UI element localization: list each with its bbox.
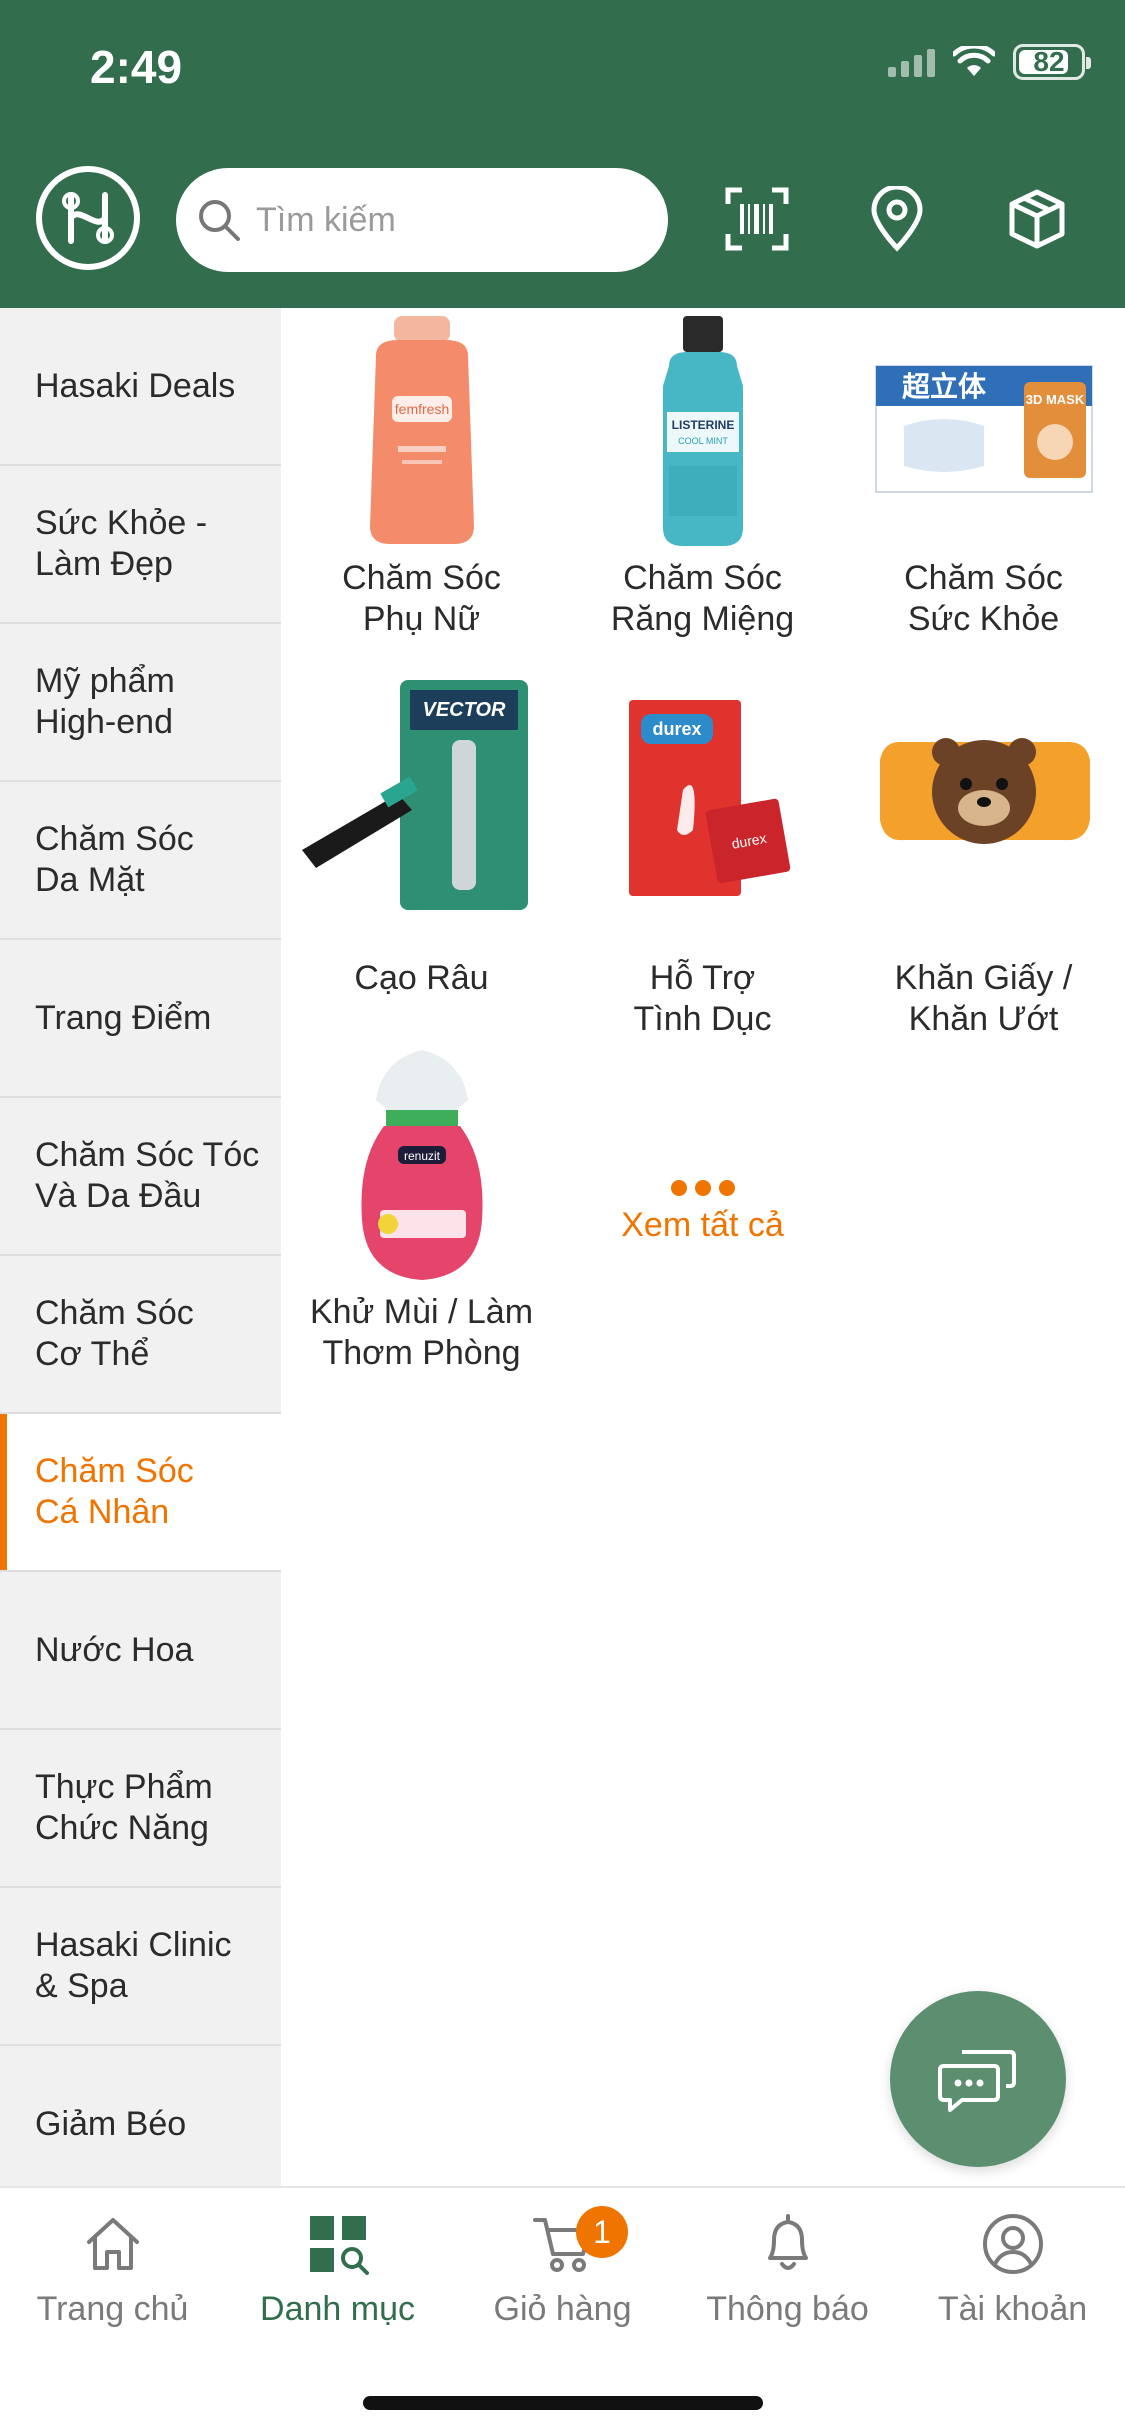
- wifi-icon: [953, 46, 995, 76]
- home-indicator: [363, 2396, 763, 2410]
- category-tile[interactable]: Khăn Giấy / Khăn Ướt: [843, 680, 1124, 1040]
- sidebar-item-perfume[interactable]: Nước Hoa: [0, 1572, 281, 1730]
- nav-categories[interactable]: Danh mục: [225, 2212, 450, 2329]
- location-pin-icon[interactable]: [864, 186, 930, 252]
- sidebar-item-body-care[interactable]: Chăm Sóc Cơ Thể: [0, 1256, 281, 1414]
- svg-text:VECTOR: VECTOR: [422, 699, 506, 721]
- category-tile[interactable]: VECTOR Cạo Râu: [281, 680, 562, 999]
- nav-account-label: Tài khoản: [937, 2290, 1088, 2328]
- sidebar-item-makeup[interactable]: Trang Điểm: [0, 940, 281, 1098]
- status-indicators: 82: [888, 44, 1091, 80]
- mouthwash-bottle-image: LISTERINE COOL MINT: [662, 316, 743, 546]
- sidebar-item-health-beauty[interactable]: Sức Khỏe - Làm Đẹp: [0, 466, 281, 624]
- cart-count-badge: 1: [576, 2206, 628, 2258]
- category-label: Chăm Sóc Sức Khỏe: [904, 559, 1063, 638]
- category-label: Khử Mùi / Làm Thơm Phòng: [309, 1293, 534, 1372]
- chat-bubbles-icon: [938, 2050, 1016, 2112]
- svg-text:COOL MINT: COOL MINT: [678, 436, 728, 446]
- category-tile[interactable]: LISTERINE COOL MINT Chăm Sóc Răng Miệng: [562, 316, 843, 640]
- category-tile[interactable]: renuzit Khử Mùi / Làm Thơm Phòng: [281, 1050, 562, 1374]
- category-label: Chăm Sóc Phụ Nữ: [342, 559, 501, 638]
- svg-text:3D MASK: 3D MASK: [1025, 392, 1084, 407]
- hasaki-logo-icon[interactable]: [36, 166, 140, 270]
- status-time: 2:49: [90, 41, 183, 93]
- feminine-wash-bottle-image: femfresh: [369, 316, 474, 544]
- sidebar-item-personal-care[interactable]: Chăm Sóc Cá Nhân: [0, 1414, 281, 1572]
- nav-cart-label: Giỏ hàng: [493, 2290, 632, 2328]
- barcode-scan-icon[interactable]: [724, 186, 790, 252]
- subcategory-grid: femfresh Chăm Sóc Phụ Nữ LISTERINE COOL …: [281, 308, 1125, 2188]
- svg-text:超立体: 超立体: [901, 370, 986, 403]
- category-label: Cạo Râu: [354, 959, 489, 997]
- battery-percent: 82: [1033, 46, 1065, 77]
- category-grid-icon: [309, 2216, 369, 2275]
- category-tile[interactable]: durex durex Hỗ Trợ Tình Dục: [562, 680, 843, 1040]
- nav-cart[interactable]: 1 Giỏ hàng: [450, 2206, 675, 2329]
- sidebar-item-hair-care[interactable]: Chăm Sóc Tóc Và Da Đầu: [0, 1098, 281, 1256]
- condom-box-image: durex durex: [628, 700, 790, 896]
- svg-text:femfresh: femfresh: [394, 401, 448, 417]
- search-placeholder: Tìm kiếm: [256, 200, 396, 239]
- air-freshener-image: renuzit: [360, 1050, 483, 1280]
- category-sidebar: Hasaki Deals Sức Khỏe - Làm Đẹp Mỹ phẩm …: [0, 308, 281, 2188]
- category-tile[interactable]: 超立体 3D MASK Chăm Sóc Sức Khỏe: [843, 316, 1124, 640]
- sidebar-item-supplements[interactable]: Thực Phẩm Chức Năng: [0, 1730, 281, 1888]
- nav-notifications-label: Thông báo: [706, 2290, 869, 2328]
- category-label: Khăn Giấy / Khăn Ướt: [894, 959, 1073, 1038]
- account-icon: [982, 2214, 1043, 2274]
- more-dots-icon: [562, 1180, 843, 1196]
- sidebar-item-high-end[interactable]: Mỹ phẩm High-end: [0, 624, 281, 782]
- svg-text:LISTERINE: LISTERINE: [671, 418, 734, 432]
- face-mask-box-image: 超立体 3D MASK: [874, 365, 1093, 493]
- cellular-signal-icon: [888, 47, 935, 77]
- sidebar-item-hasaki-deals[interactable]: Hasaki Deals: [0, 308, 281, 466]
- battery-icon: 82: [1013, 44, 1091, 80]
- sidebar-item-clinic-spa[interactable]: Hasaki Clinic & Spa: [0, 1888, 281, 2046]
- category-label: Hỗ Trợ Tình Dục: [633, 959, 772, 1038]
- category-tile[interactable]: femfresh Chăm Sóc Phụ Nữ: [281, 316, 562, 640]
- chat-button[interactable]: [890, 1991, 1066, 2167]
- package-box-icon[interactable]: [1004, 186, 1070, 252]
- app-header: 2:49 82 Tìm kiếm: [0, 0, 1125, 308]
- search-input[interactable]: Tìm kiếm: [176, 168, 668, 272]
- nav-categories-label: Danh mục: [260, 2290, 415, 2328]
- wet-wipes-pack-image: [879, 738, 1090, 844]
- svg-text:durex: durex: [652, 719, 701, 739]
- nav-home-label: Trang chủ: [36, 2290, 189, 2328]
- search-icon: [199, 200, 240, 241]
- svg-text:renuzit: renuzit: [403, 1149, 440, 1163]
- home-icon: [86, 2218, 139, 2270]
- category-label: Chăm Sóc Răng Miệng: [610, 559, 795, 638]
- nav-home[interactable]: Trang chủ: [0, 2212, 225, 2329]
- see-all-label: Xem tất cả: [621, 1206, 784, 1244]
- see-all-link[interactable]: Xem tất cả: [562, 1180, 843, 1245]
- sidebar-item-face-care[interactable]: Chăm Sóc Da Mặt: [0, 782, 281, 940]
- nav-account[interactable]: Tài khoản: [900, 2212, 1125, 2329]
- bell-icon: [767, 2214, 808, 2270]
- nav-notifications[interactable]: Thông báo: [675, 2212, 900, 2329]
- sidebar-item-weight-loss[interactable]: Giảm Béo: [0, 2046, 281, 2188]
- razor-pack-image: VECTOR: [301, 680, 528, 910]
